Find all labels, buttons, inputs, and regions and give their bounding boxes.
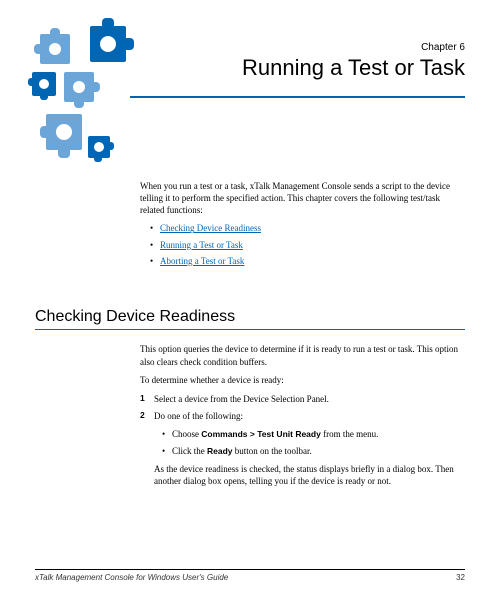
step-text: Do one of the following: — [154, 411, 243, 421]
chapter-header: Chapter 6 Running a Test or Task — [242, 42, 465, 81]
link-aborting-test[interactable]: Aborting a Test or Task — [160, 256, 244, 266]
link-checking-readiness[interactable]: Checking Device Readiness — [160, 223, 261, 233]
step-2: 2 Do one of the following: Choose Comman… — [140, 410, 465, 488]
substep-b-bold: Ready — [207, 446, 233, 456]
title-rule — [130, 96, 465, 98]
list-item: Running a Test or Task — [150, 239, 465, 251]
section-p2: To determine whether a device is ready: — [140, 374, 465, 387]
section-heading: Checking Device Readiness — [35, 308, 465, 330]
footer-doc-title: xTalk Management Console for Windows Use… — [35, 573, 228, 582]
substep-a-pre: Choose — [172, 429, 201, 439]
substep-a: Choose Commands > Test Unit Ready from t… — [162, 428, 465, 441]
numbered-steps: 1 Select a device from the Device Select… — [140, 393, 465, 488]
substep-a-post: from the menu. — [321, 429, 379, 439]
step-text: Select a device from the Device Selectio… — [154, 394, 329, 404]
chapter-label: Chapter 6 — [242, 42, 465, 53]
intro-link-list: Checking Device Readiness Running a Test… — [140, 222, 465, 266]
list-item: Checking Device Readiness — [150, 222, 465, 234]
chapter-title: Running a Test or Task — [242, 55, 465, 81]
step-number: 2 — [140, 410, 145, 422]
chapter-decoration — [22, 16, 142, 216]
section-body: This option queries the device to determ… — [140, 343, 465, 494]
step-number: 1 — [140, 393, 145, 405]
page-footer: xTalk Management Console for Windows Use… — [35, 569, 465, 582]
intro-block: When you run a test or a task, xTalk Man… — [140, 180, 465, 271]
section-rule — [35, 329, 465, 330]
substep-b-post: button on the toolbar. — [233, 446, 312, 456]
substep-b: Click the Ready button on the toolbar. — [162, 445, 465, 458]
footer-page-number: 32 — [456, 573, 465, 582]
intro-paragraph: When you run a test or a task, xTalk Man… — [140, 180, 465, 216]
step-1: 1 Select a device from the Device Select… — [140, 393, 465, 406]
substep-b-pre: Click the — [172, 446, 207, 456]
sub-steps: Choose Commands > Test Unit Ready from t… — [154, 428, 465, 458]
list-item: Aborting a Test or Task — [150, 255, 465, 267]
substep-a-bold: Commands > Test Unit Ready — [201, 429, 321, 439]
section-p3: As the device readiness is checked, the … — [154, 463, 465, 488]
section-p1: This option queries the device to determ… — [140, 343, 465, 368]
section-title: Checking Device Readiness — [35, 308, 465, 326]
link-running-test[interactable]: Running a Test or Task — [160, 240, 243, 250]
